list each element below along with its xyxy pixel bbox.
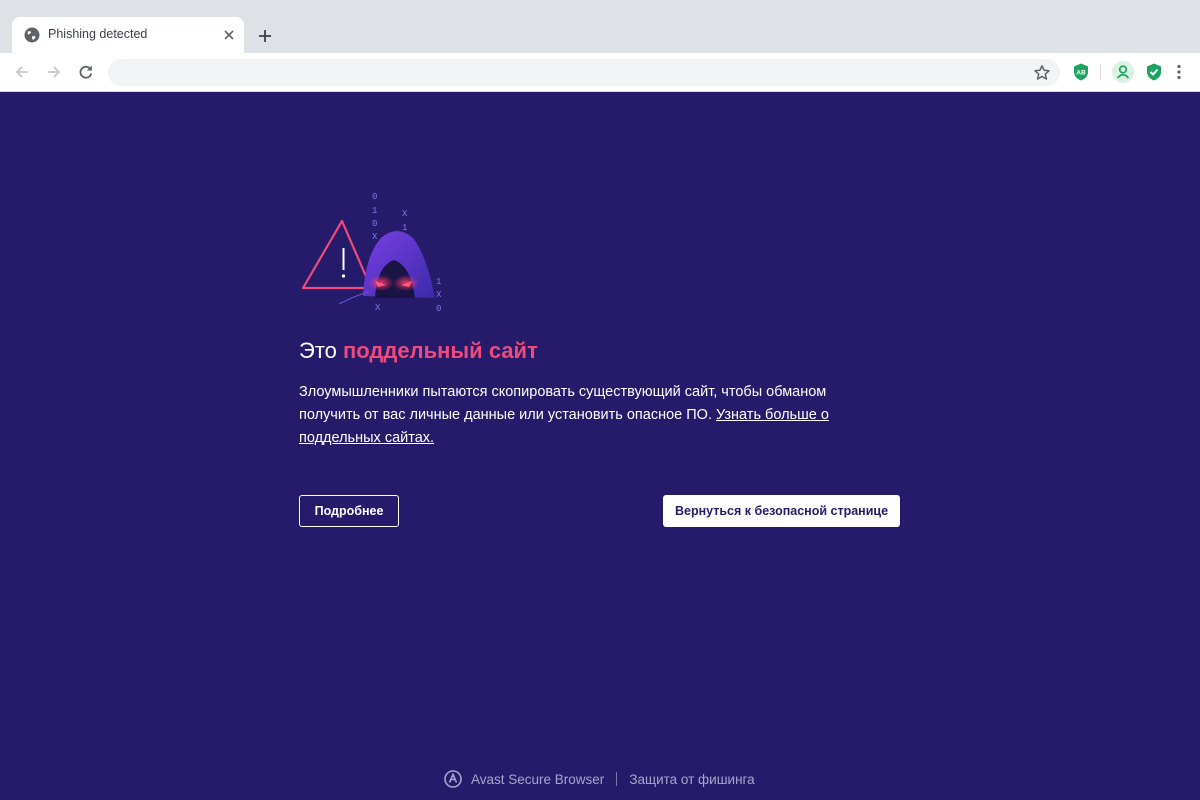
title-accent: поддельный сайт [343, 338, 538, 363]
back-to-safety-button[interactable]: Вернуться к безопасной странице [663, 495, 900, 527]
footer: Avast Secure Browser Защита от фишинга [443, 768, 755, 790]
warning-description: Злоумышленники пытаются скопировать суще… [299, 381, 884, 450]
avast-shield-icon[interactable] [1144, 62, 1164, 82]
footer-feature: Защита от фишинга [629, 771, 755, 787]
tab-phishing-detected[interactable]: Phishing detected [12, 17, 244, 53]
footer-divider [616, 772, 618, 786]
svg-text:X: X [375, 303, 381, 313]
person-icon [1116, 65, 1130, 79]
tab-title: Phishing detected [48, 27, 148, 41]
browser-toolbar: AB [0, 53, 1200, 92]
reload-icon[interactable] [76, 62, 96, 82]
arrow-right-icon[interactable] [44, 62, 64, 82]
svg-text:X: X [372, 232, 378, 242]
globe-icon [24, 27, 40, 43]
star-icon[interactable] [1032, 63, 1052, 83]
svg-text:X: X [436, 290, 442, 300]
title-prefix: Это [299, 338, 343, 363]
details-button[interactable]: Подробнее [299, 495, 399, 527]
close-icon[interactable] [220, 26, 238, 44]
svg-text:1: 1 [372, 206, 377, 216]
tab-strip: Phishing detected [0, 0, 1200, 53]
footer-brand: Avast Secure Browser [471, 771, 605, 787]
svg-text:1: 1 [436, 277, 441, 287]
toolbar-separator [1100, 64, 1101, 80]
avast-logo-icon [444, 770, 462, 788]
new-tab-icon[interactable] [255, 26, 275, 46]
svg-text:0: 0 [436, 304, 441, 314]
adblock-icon[interactable]: AB [1071, 62, 1091, 82]
page-title: Это поддельный сайт [299, 338, 538, 364]
address-bar[interactable] [108, 59, 1060, 86]
hacker-warning-illustration: 0 1 0 X X 1 0 1 X 0 X [301, 192, 442, 314]
svg-text:0: 0 [372, 192, 377, 202]
svg-text:0: 0 [372, 219, 377, 229]
svg-text:1: 1 [402, 223, 407, 233]
adblock-label: AB [1076, 70, 1086, 77]
svg-text:X: X [402, 209, 408, 219]
menu-kebab-icon[interactable] [1169, 62, 1189, 82]
profile-avatar[interactable] [1112, 61, 1134, 83]
arrow-left-icon[interactable] [12, 62, 32, 82]
